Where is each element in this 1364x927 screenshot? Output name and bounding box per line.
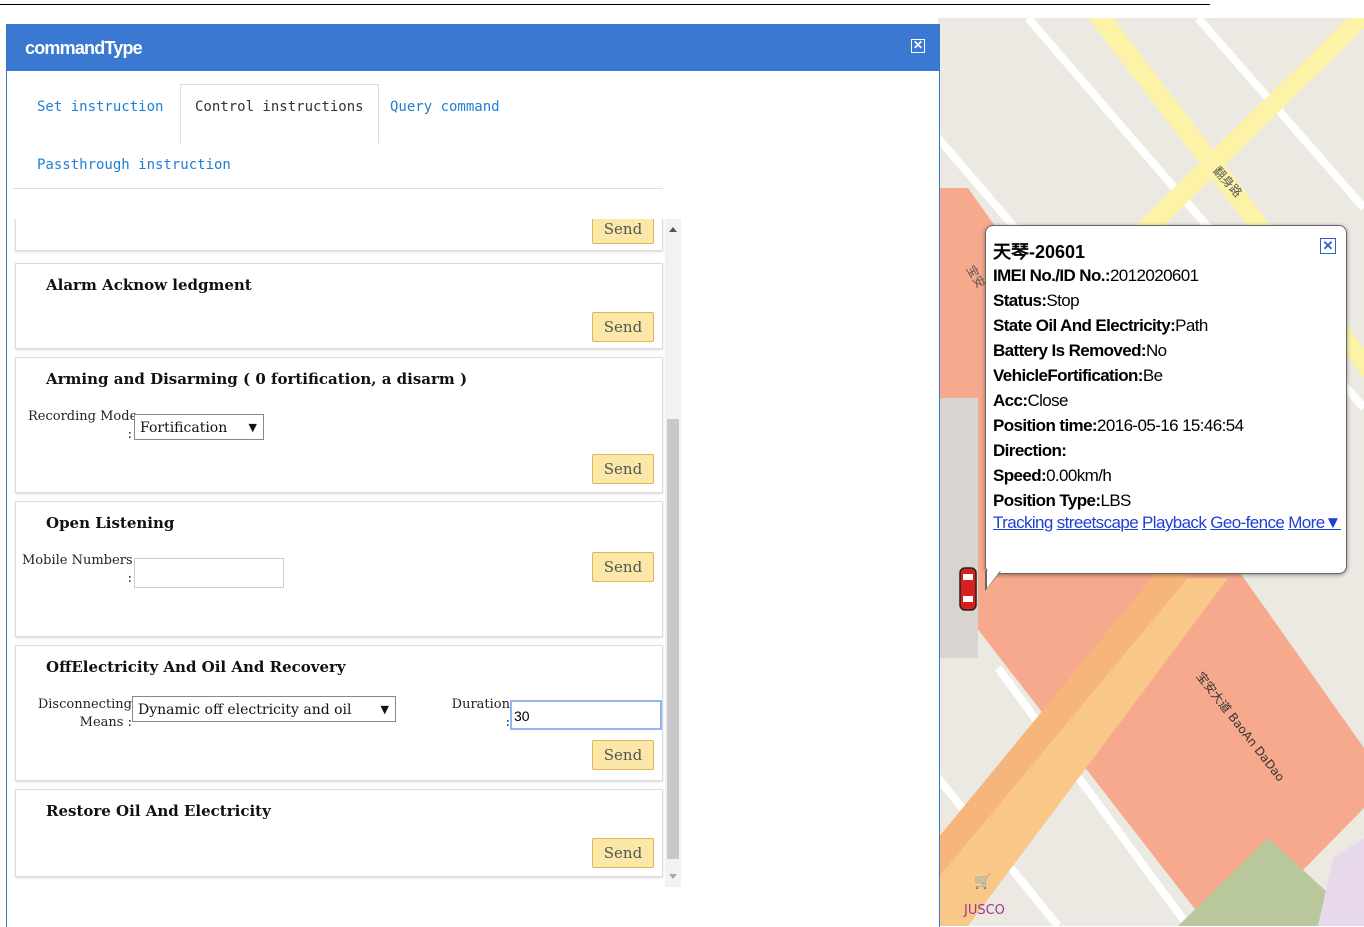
popup-close-icon[interactable]: ✕ (1320, 238, 1336, 254)
popup-title: 天琴-20601 (993, 242, 1086, 262)
chevron-down-icon: ▼ (380, 703, 389, 716)
popup-info-row: Direction: (993, 441, 1067, 460)
command-card-offelectricity: OffElectricity And Oil And Recovery Disc… (15, 645, 663, 781)
disconnecting-means-label: Disconnecting Means : (37, 697, 132, 730)
popup-link-playback[interactable]: Playback (1142, 513, 1207, 532)
dialog-title: commandType (25, 38, 143, 58)
tabs-divider (13, 188, 663, 189)
popup-link-more[interactable]: More▼ (1288, 513, 1341, 532)
popup-info-row: Status:Stop (993, 291, 1080, 310)
duration-input[interactable]: 30 (510, 700, 662, 730)
alarm-title: Alarm Acknow ledgment (46, 276, 252, 294)
send-button-offelectricity[interactable]: Send (592, 740, 654, 770)
command-list-scrollbar[interactable] (665, 219, 681, 887)
popup-info-row: VehicleFortification:Be (993, 366, 1163, 385)
dialog-header[interactable]: commandType ✕ (7, 25, 939, 71)
disconnecting-means-select[interactable]: Dynamic off electricity and oil ▼ (132, 696, 396, 722)
command-list[interactable]: Send Alarm Acknow ledgment Send Arming a… (13, 219, 683, 887)
command-dialog: commandType ✕ Set instruction Control in… (6, 24, 940, 927)
send-button-partial[interactable]: Send (592, 219, 654, 244)
tab-query-command[interactable]: Query command (390, 99, 500, 115)
popup-link-geo-fence[interactable]: Geo-fence (1210, 513, 1285, 532)
command-card-listening: Open Listening Mobile Numbers : Send (15, 501, 663, 637)
tab-passthrough-instruction[interactable]: Passthrough instruction (37, 157, 231, 173)
popup-links: Tracking streetscape Playback Geo-fence More… (993, 513, 1345, 533)
popup-link-streetscape[interactable]: streetscape (1057, 513, 1139, 532)
popup-info-row: Acc:Close (993, 391, 1069, 410)
mobile-numbers-input[interactable] (134, 558, 284, 588)
poi-cart-icon: 🛒 (974, 874, 992, 890)
popup-info-row: Position time:2016-05-16 15:46:54 (993, 416, 1244, 435)
popup-info-rows: IMEI No./ID No.:2012020601 Status:Stop Sta… (993, 263, 1244, 513)
mobile-numbers-label: Mobile Numbers : (22, 553, 133, 586)
popup-info-row: State Oil And Electricity:Path (993, 316, 1208, 335)
recording-mode-label: Recording Mode : (28, 409, 138, 442)
command-card-restore: Restore Oil And Electricity Send (15, 789, 663, 877)
send-button-alarm[interactable]: Send (592, 312, 654, 342)
chevron-down-icon: ▼ (248, 421, 257, 434)
popup-info-row: IMEI No./ID No.:2012020601 (993, 266, 1199, 285)
dialog-close-icon[interactable]: ✕ (911, 39, 925, 53)
scrollbar-thumb[interactable] (667, 419, 679, 859)
duration-label: Duration : (451, 697, 510, 730)
scroll-up-icon[interactable] (669, 227, 677, 232)
popup-link-tracking[interactable]: Tracking (993, 513, 1053, 532)
arming-title: Arming and Disarming ( 0 fortification, … (46, 370, 468, 388)
offelectricity-title: OffElectricity And Oil And Recovery (46, 658, 346, 676)
popup-info-row: Battery Is Removed:No (993, 341, 1167, 360)
send-button-listening[interactable]: Send (592, 552, 654, 582)
command-tabs: Set instruction Control instructions Que… (7, 71, 939, 193)
recording-mode-select[interactable]: Fortification ▼ (134, 414, 264, 440)
tab-control-instructions[interactable]: Control instructions (180, 84, 379, 144)
vehicle-marker-icon[interactable] (958, 566, 978, 612)
popup-info-row: Position Type:LBS (993, 491, 1131, 510)
command-card-partial: Send (15, 219, 663, 251)
scroll-down-icon[interactable] (669, 874, 677, 879)
restore-title: Restore Oil And Electricity (46, 802, 271, 820)
command-card-arming: Arming and Disarming ( 0 fortification, … (15, 357, 663, 493)
poi-label-jusco[interactable]: JUSCO (964, 903, 1005, 918)
send-button-restore[interactable]: Send (592, 838, 654, 868)
send-button-arming[interactable]: Send (592, 454, 654, 484)
tab-set-instruction[interactable]: Set instruction (37, 99, 163, 115)
top-rule (0, 4, 1210, 5)
vehicle-info-popup: 天琴-20601 ✕ IMEI No./ID No.:2012020601 Sta… (985, 225, 1347, 591)
command-card-alarm: Alarm Acknow ledgment Send (15, 263, 663, 349)
popup-info-row: Speed:0.00km/h (993, 466, 1112, 485)
listening-title: Open Listening (46, 514, 175, 532)
